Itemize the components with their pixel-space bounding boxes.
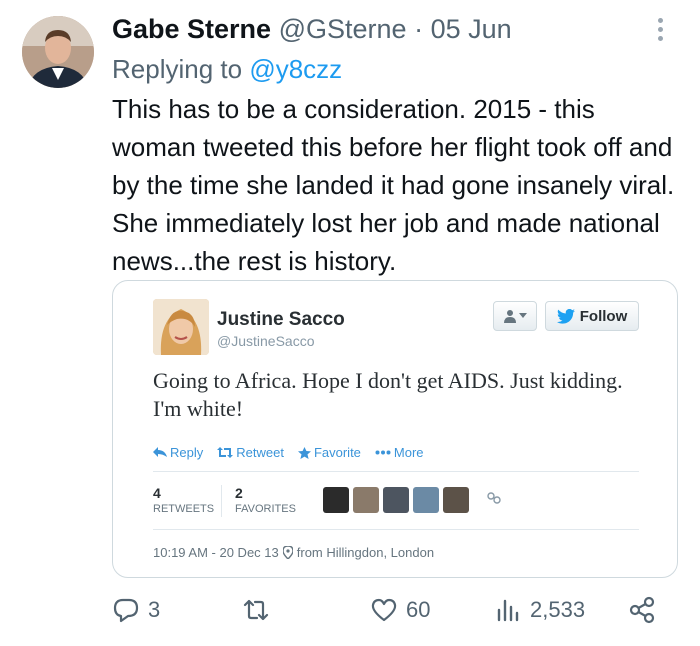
reply-count: 3	[148, 597, 161, 622]
favoriter-avatar	[353, 487, 379, 513]
replying-to-mention[interactable]: @y8czz	[249, 54, 342, 84]
embedded-tweet-image[interactable]: Justine Sacco @JustineSacco Follow Going…	[112, 280, 678, 578]
comment-icon	[113, 598, 139, 623]
embedded-avatar	[153, 299, 209, 355]
header-separator: ·	[414, 14, 424, 44]
favoriter-avatar	[383, 487, 409, 513]
divider	[153, 529, 639, 530]
follow-button[interactable]: Follow	[545, 301, 639, 331]
embedded-author-handle: @JustineSacco	[217, 333, 315, 349]
embedded-tweet-text: Going to Africa. Hope I don't get AIDS. …	[153, 368, 623, 421]
retweet-icon	[243, 599, 269, 621]
more-vertical-icon[interactable]	[650, 14, 670, 46]
like-button[interactable]: 60	[370, 596, 430, 624]
star-icon	[297, 446, 311, 459]
embedded-actions: Reply Retweet Favorite More	[153, 445, 424, 460]
replying-to: Replying to @y8czz	[112, 54, 342, 85]
views-button[interactable]: 2,533	[494, 596, 585, 624]
embedded-retweet[interactable]: Retweet	[217, 445, 284, 460]
follow-label: Follow	[579, 307, 628, 325]
embedded-timestamp: 10:19 AM - 20 Dec 13	[153, 545, 279, 560]
heart-icon	[371, 598, 397, 622]
more-dots-icon	[375, 450, 391, 455]
view-count: 2,533	[530, 597, 586, 622]
author-name[interactable]: Gabe Sterne	[112, 14, 271, 44]
reply-icon	[153, 447, 167, 457]
tweet-header: Gabe Sterne @GSterne · 05 Jun	[112, 14, 512, 45]
like-count: 60	[406, 597, 431, 622]
more-favoriters-icon	[487, 492, 501, 504]
share-icon	[629, 596, 655, 624]
tweet-date[interactable]: 05 Jun	[431, 14, 512, 44]
embedded-favorite[interactable]: Favorite	[297, 445, 361, 460]
retweets-label: RETWEETS	[153, 503, 215, 515]
stat-divider	[221, 485, 222, 517]
favoriter-avatars	[323, 487, 469, 513]
tweet-action-bar: 3 60 2,533	[112, 596, 672, 632]
embedded-retweet-label: Retweet	[236, 445, 284, 460]
views-icon	[497, 599, 519, 622]
embedded-reply-label: Reply	[170, 445, 204, 460]
favoriter-avatar	[413, 487, 439, 513]
user-actions-button[interactable]	[493, 301, 537, 331]
share-button[interactable]	[628, 596, 656, 624]
divider	[153, 471, 639, 472]
chevron-down-icon	[519, 313, 527, 318]
retweet-icon	[217, 447, 234, 458]
embedded-location: from Hillingdon, London	[296, 545, 435, 560]
favoriter-avatar	[323, 487, 349, 513]
location-pin-icon	[282, 546, 293, 559]
reply-button[interactable]: 3	[112, 596, 160, 624]
embedded-reply[interactable]: Reply	[153, 445, 203, 460]
favorites-label: FAVORITES	[235, 503, 296, 515]
embedded-more-label: More	[393, 445, 424, 460]
replying-to-label: Replying to	[112, 54, 243, 84]
favorites-count: 2	[235, 485, 243, 501]
author-avatar[interactable]	[22, 16, 94, 88]
embedded-favorite-label: Favorite	[313, 445, 361, 460]
embedded-author-name: Justine Sacco	[217, 309, 345, 330]
embedded-more[interactable]: More	[375, 445, 424, 460]
favorites-stat: 2 FAVORITES	[235, 485, 296, 515]
person-icon	[504, 310, 516, 323]
retweets-count: 4	[153, 485, 161, 501]
retweet-button[interactable]	[242, 596, 278, 624]
embedded-meta: 10:19 AM - 20 Dec 13 from Hillingdon, Lo…	[153, 545, 434, 560]
favoriter-avatar	[443, 487, 469, 513]
retweets-stat: 4 RETWEETS	[153, 485, 214, 515]
author-handle[interactable]: @GSterne	[279, 14, 407, 44]
tweet-text: This has to be a consideration. 2015 - t…	[112, 94, 675, 276]
bird-icon	[556, 308, 575, 324]
